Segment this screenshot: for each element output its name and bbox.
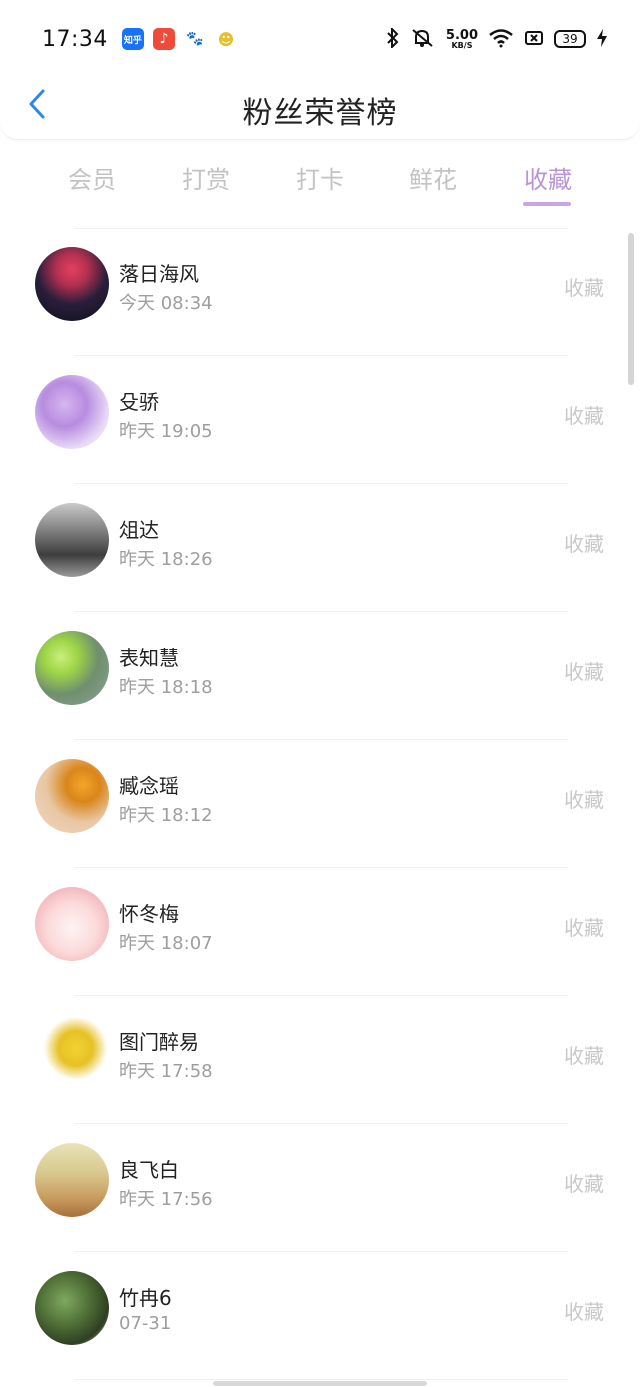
speed-unit: KB/S [451,40,473,50]
list-item[interactable]: 怀冬梅 昨天 18:07 收藏 [0,868,640,996]
favorite-label: 收藏 [564,532,604,556]
zhihu-icon: 知乎 [121,28,144,50]
fan-time: 昨天 19:05 [119,421,213,442]
avatar [35,375,109,449]
list-item[interactable]: 表知慧 昨天 18:18 收藏 [0,612,640,740]
tab-membership[interactable]: 会员 [42,160,142,195]
favorite-label: 收藏 [564,788,604,812]
avatar [35,247,109,321]
avatar [35,759,109,833]
baidu-icon: 🐾 [183,28,206,50]
fan-name: 怀冬梅 [119,902,179,926]
favorite-label: 收藏 [564,916,604,940]
avatar [35,631,109,705]
active-tab-indicator [523,202,571,206]
fan-name: 俎达 [119,518,159,542]
sim-off-icon [524,28,544,51]
scrollbar[interactable] [628,233,634,385]
fan-time: 昨天 17:58 [119,1061,213,1082]
fan-time: 昨天 18:26 [119,549,213,570]
fan-name: 良飞白 [119,1158,179,1182]
favorite-label: 收藏 [564,1300,604,1324]
wifi-icon [488,28,514,51]
fan-name: 臧念瑶 [119,774,179,798]
duck-icon: ☻ [214,28,237,50]
fan-time: 昨天 17:56 [119,1189,213,1210]
list-item[interactable]: 殳骄 昨天 19:05 收藏 [0,356,640,484]
list-item[interactable]: 落日海风 今天 08:34 收藏 [0,228,640,356]
mute-bell-icon [410,28,436,51]
status-time: 17:34 [42,26,108,52]
favorite-label: 收藏 [564,660,604,684]
page-title: 粉丝荣誉榜 [242,96,398,131]
fan-name: 表知慧 [119,646,179,670]
tab-bar: 会员 打赏 打卡 鲜花 收藏 [0,150,640,210]
fan-name: 殳骄 [119,390,159,414]
network-speed: 5.00 KB/S [446,29,478,50]
list-item[interactable]: 良飞白 昨天 17:56 收藏 [0,1124,640,1252]
avatar [35,1015,109,1089]
avatar [35,887,109,961]
battery-icon: 39 [554,30,586,48]
list-item[interactable]: 竹冉6 07-31 收藏 [0,1252,640,1380]
avatar [35,1143,109,1217]
fan-time: 昨天 18:12 [119,805,213,826]
tab-favorites-label: 收藏 [524,166,572,194]
favorite-label: 收藏 [564,276,604,300]
favorite-label: 收藏 [564,404,604,428]
favorite-label: 收藏 [564,1044,604,1068]
tab-reward[interactable]: 打赏 [156,160,256,195]
fan-time: 昨天 18:18 [119,677,213,698]
status-bar: 17:34 知乎 ♪ 🐾 ☻ 5.00 KB/S 39 [0,0,640,78]
favorite-label: 收藏 [564,1172,604,1196]
list-item[interactable]: 臧念瑶 昨天 18:12 收藏 [0,740,640,868]
speed-value: 5.00 [445,27,478,43]
fan-name: 图门醉易 [119,1030,199,1054]
list-item[interactable]: 图门醉易 昨天 17:58 收藏 [0,996,640,1124]
bluetooth-icon [386,26,400,51]
tab-flowers[interactable]: 鲜花 [383,160,483,195]
avatar [35,1271,109,1345]
home-indicator[interactable] [213,1381,427,1386]
fan-time: 昨天 18:07 [119,933,213,954]
tab-favorites[interactable]: 收藏 [498,160,598,206]
fan-time: 07-31 [119,1313,172,1334]
list-item[interactable]: 俎达 昨天 18:26 收藏 [0,484,640,612]
divider [74,1379,568,1380]
tab-checkin[interactable]: 打卡 [270,160,370,195]
charging-icon [596,28,608,51]
music-icon: ♪ [152,28,175,50]
fan-time: 今天 08:34 [119,293,213,314]
avatar [35,503,109,577]
header: 粉丝荣誉榜 [0,70,640,140]
fan-name: 竹冉6 [119,1286,172,1310]
fan-name: 落日海风 [119,262,199,286]
